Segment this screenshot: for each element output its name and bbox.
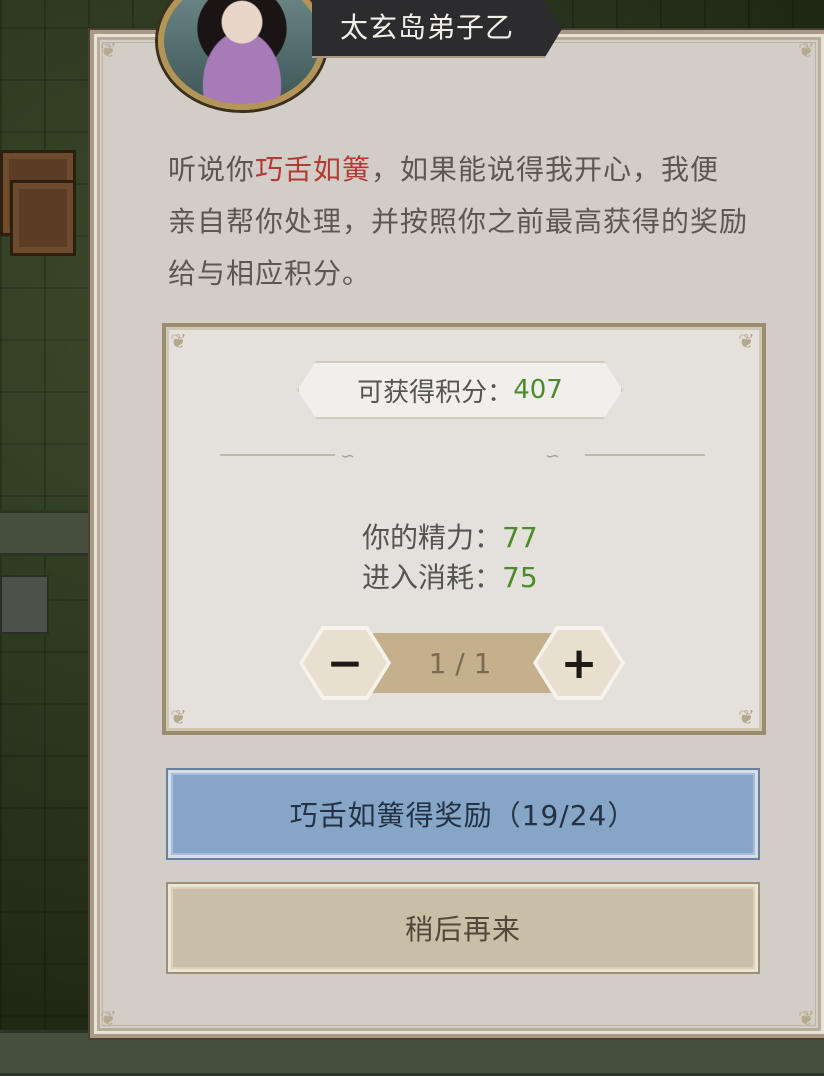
reward-points: 可获得积分： 407 [297,361,623,419]
corner-ornament-icon: ❦ [798,38,815,62]
speaker-name: 太玄岛弟子乙 [340,11,515,44]
divider-left [220,454,335,456]
background-stone [0,575,49,634]
corner-ornament-icon: ❦ [100,38,117,62]
background-crate [10,180,76,256]
cost-value: 75 [502,561,538,594]
story-highlight: 巧舌如簧 [255,153,372,186]
corner-ornament-icon: ❦ [738,329,755,353]
cost-stat: 进入消耗：75 [362,556,538,596]
divider-ornament-icon: ∽ [545,446,561,467]
corner-ornament-icon: ❦ [170,329,187,353]
cost-label: 进入消耗： [362,561,503,594]
divider-ornament-icon: ∽ [340,446,356,467]
reward-label: 可获得积分： [357,377,514,408]
claim-reward-button[interactable]: 巧舌如簧得奖励（19/24） [168,770,758,858]
corner-ornament-icon: ❦ [798,1006,815,1030]
corner-ornament-icon: ❦ [170,705,187,729]
background-fence [0,510,90,556]
story-prefix: 听说你 [168,153,256,186]
corner-ornament-icon: ❦ [100,1006,117,1030]
come-back-later-button[interactable]: 稍后再来 [168,884,758,972]
energy-label: 你的精力： [362,521,503,554]
energy-stat: 你的精力：77 [362,516,538,556]
reward-value: 407 [513,375,563,405]
corner-ornament-icon: ❦ [738,705,755,729]
energy-value: 77 [502,521,538,554]
divider-right [585,454,705,456]
story-text: 听说你巧舌如簧，如果能说得我开心，我便亲自帮你处理，并按照你之前最高获得的奖励给… [168,144,748,300]
